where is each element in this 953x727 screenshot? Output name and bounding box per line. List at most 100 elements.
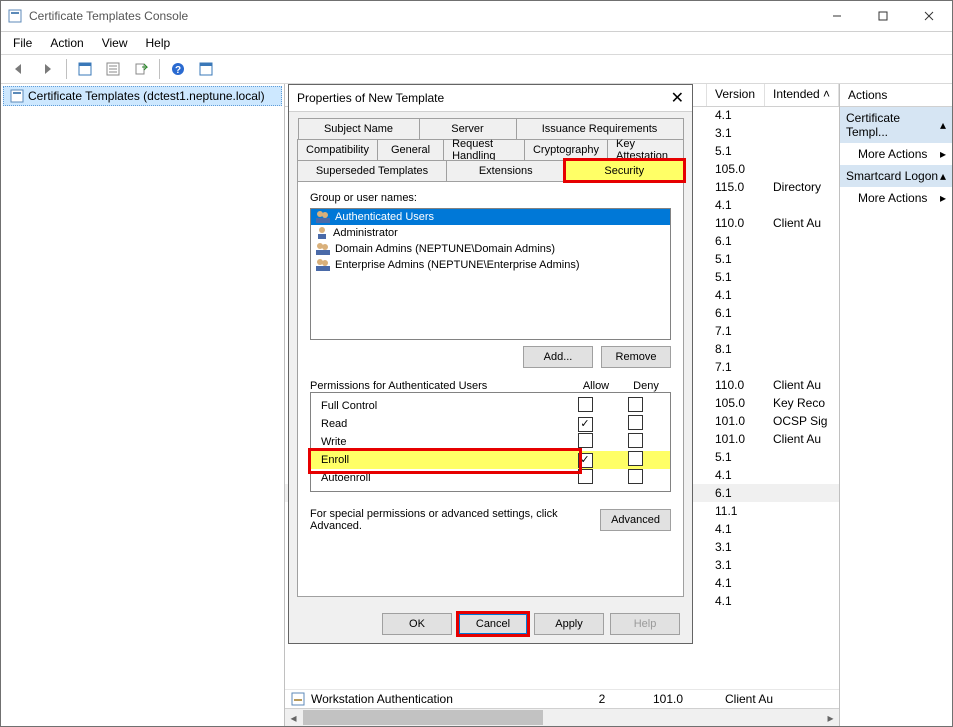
- special-permissions-text: For special permissions or advanced sett…: [310, 508, 590, 532]
- deny-checkbox[interactable]: [628, 397, 643, 412]
- deny-checkbox[interactable]: [628, 469, 643, 484]
- allow-checkbox[interactable]: [578, 397, 593, 412]
- tab-subject-name[interactable]: Subject Name: [298, 118, 420, 139]
- template-intended: Client Au: [725, 692, 773, 706]
- user-icon: [315, 210, 331, 224]
- permission-row: Autoenroll: [311, 469, 670, 487]
- group-name: Domain Admins (NEPTUNE\Domain Admins): [335, 243, 555, 255]
- allow-checkbox[interactable]: [578, 469, 593, 484]
- toolbar: ?: [1, 54, 952, 84]
- dialog-title: Properties of New Template: [297, 91, 444, 105]
- template-ver: 101.0: [653, 692, 719, 706]
- tree-icon: [10, 89, 24, 103]
- menu-file[interactable]: File: [5, 34, 40, 52]
- menu-action[interactable]: Action: [42, 34, 91, 52]
- permission-row: Full Control: [311, 397, 670, 415]
- actions-section-templates[interactable]: Certificate Templ... ▴: [840, 107, 952, 143]
- allow-checkbox[interactable]: [578, 417, 593, 432]
- toolbar-divider: [66, 59, 67, 79]
- group-name: Enterprise Admins (NEPTUNE\Enterprise Ad…: [335, 259, 580, 271]
- group-row[interactable]: Enterprise Admins (NEPTUNE\Enterprise Ad…: [311, 257, 670, 273]
- tab-cryptography[interactable]: Cryptography: [525, 139, 608, 160]
- template-icon: [291, 692, 305, 706]
- user-icon: [315, 242, 331, 256]
- group-row[interactable]: Administrator: [311, 225, 670, 241]
- remove-button[interactable]: Remove: [601, 346, 671, 368]
- refresh-button[interactable]: [193, 57, 219, 81]
- tree-item-label: Certificate Templates (dctest1.neptune.l…: [28, 89, 265, 103]
- permission-name: Full Control: [321, 400, 560, 412]
- properties-button[interactable]: [72, 57, 98, 81]
- allow-checkbox[interactable]: [578, 453, 593, 468]
- menu-help[interactable]: Help: [138, 34, 179, 52]
- scroll-left-arrow[interactable]: ◂: [285, 709, 302, 726]
- allow-checkbox[interactable]: [578, 433, 593, 448]
- actions-more-1[interactable]: More Actions ▸: [840, 143, 952, 165]
- forward-button[interactable]: [35, 57, 61, 81]
- template-name: Workstation Authentication: [311, 692, 551, 706]
- ok-button[interactable]: OK: [382, 613, 452, 635]
- col-intended[interactable]: Intended ˄: [765, 84, 839, 106]
- maximize-button[interactable]: [860, 1, 906, 31]
- chevron-right-icon: ▸: [940, 147, 946, 161]
- tab-server[interactable]: Server: [420, 118, 517, 139]
- app-window: Certificate Templates Console File Actio…: [0, 0, 953, 727]
- help-button[interactable]: Help: [610, 613, 680, 635]
- dialog-close-button[interactable]: ✕: [671, 88, 684, 108]
- app-icon: [7, 8, 23, 24]
- permission-row: Read: [311, 415, 670, 433]
- actions-pane: Actions Certificate Templ... ▴ More Acti…: [839, 84, 952, 726]
- horizontal-scrollbar[interactable]: ◂ ▸: [285, 708, 839, 726]
- group-row[interactable]: Domain Admins (NEPTUNE\Domain Admins): [311, 241, 670, 257]
- group-names-list[interactable]: Authenticated Users Administrator Domain A…: [310, 208, 671, 340]
- tab-issuance-requirements[interactable]: Issuance Requirements: [517, 118, 684, 139]
- back-button[interactable]: [7, 57, 33, 81]
- permission-name: Write: [321, 436, 560, 448]
- tab-compatibility[interactable]: Compatibility: [297, 139, 378, 160]
- permission-row: Enroll: [311, 451, 670, 469]
- group-names-label: Group or user names:: [310, 192, 671, 204]
- deny-checkbox[interactable]: [628, 415, 643, 430]
- close-button[interactable]: [906, 1, 952, 31]
- add-button[interactable]: Add...: [523, 346, 593, 368]
- cancel-button[interactable]: Cancel: [458, 613, 528, 635]
- group-row[interactable]: Authenticated Users: [311, 209, 670, 225]
- col-version[interactable]: Version: [707, 84, 765, 106]
- help-button[interactable]: ?: [165, 57, 191, 81]
- apply-button[interactable]: Apply: [534, 613, 604, 635]
- actions-more-2[interactable]: More Actions ▸: [840, 187, 952, 209]
- tab-general[interactable]: General: [378, 139, 444, 160]
- tab-request-handling[interactable]: Request Handling: [444, 139, 525, 160]
- tab-superseded-templates[interactable]: Superseded Templates: [297, 160, 447, 181]
- user-icon: [315, 258, 331, 272]
- permission-name: Enroll: [321, 454, 560, 466]
- allow-header: Allow: [571, 380, 621, 392]
- svg-text:?: ?: [175, 65, 181, 76]
- deny-header: Deny: [621, 380, 671, 392]
- tab-security[interactable]: Security: [565, 160, 684, 181]
- dialog-buttons: OK Cancel Apply Help: [289, 605, 692, 643]
- collapse-icon: ▴: [940, 118, 946, 132]
- deny-checkbox[interactable]: [628, 433, 643, 448]
- menu-view[interactable]: View: [94, 34, 136, 52]
- actions-section-smartcard[interactable]: Smartcard Logon ▴: [840, 165, 952, 187]
- tree-item-certificate-templates[interactable]: Certificate Templates (dctest1.neptune.l…: [3, 86, 282, 106]
- export-button[interactable]: [128, 57, 154, 81]
- chevron-right-icon: ▸: [940, 191, 946, 205]
- collapse-icon: ▴: [940, 169, 946, 183]
- tree-pane: Certificate Templates (dctest1.neptune.l…: [1, 84, 285, 726]
- security-tab-body: Group or user names: Authenticated Users…: [297, 181, 684, 597]
- deny-checkbox[interactable]: [628, 451, 643, 466]
- user-icon: [315, 226, 329, 240]
- scroll-right-arrow[interactable]: ▸: [822, 709, 839, 726]
- group-name: Administrator: [333, 227, 398, 239]
- permission-name: Autoenroll: [321, 472, 560, 484]
- window-title: Certificate Templates Console: [29, 9, 814, 23]
- tab-key-attestation[interactable]: Key Attestation: [608, 139, 684, 160]
- list-button[interactable]: [100, 57, 126, 81]
- minimize-button[interactable]: [814, 1, 860, 31]
- advanced-button[interactable]: Advanced: [600, 509, 671, 531]
- scroll-thumb[interactable]: [303, 710, 543, 725]
- bottom-visible-row[interactable]: Workstation Authentication 2 101.0 Clien…: [285, 689, 839, 708]
- tab-extensions[interactable]: Extensions: [447, 160, 566, 181]
